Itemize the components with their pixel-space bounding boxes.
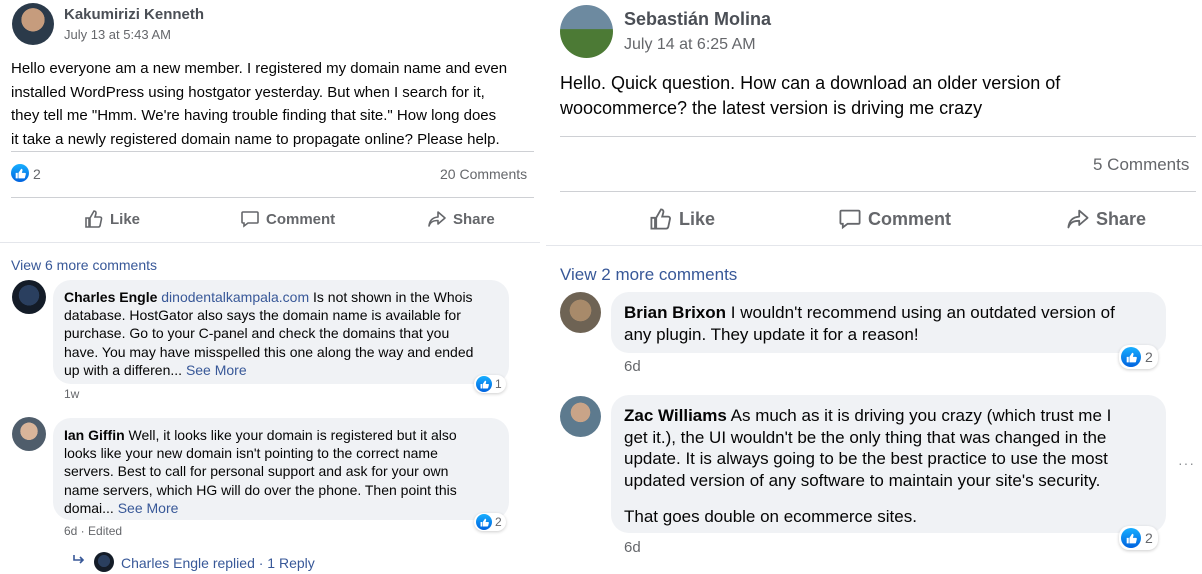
view-more-comments[interactable]: View 6 more comments xyxy=(11,257,157,273)
like-reaction-icon xyxy=(476,514,492,530)
divider xyxy=(560,191,1196,192)
author-avatar[interactable] xyxy=(12,3,54,45)
post-body-line: installed WordPress using hostgator yest… xyxy=(11,83,485,101)
see-more-link[interactable]: See More xyxy=(118,500,179,516)
share-label: Share xyxy=(1096,208,1147,229)
view-replies-link[interactable]: Charles Engle replied · 1 Reply xyxy=(121,555,315,571)
share-icon xyxy=(1067,209,1089,229)
divider xyxy=(11,197,534,198)
comment-line: have. You may have misspelled this one a… xyxy=(64,343,474,360)
comment-meta[interactable]: 6d xyxy=(624,358,641,375)
comment-icon xyxy=(241,211,259,228)
comment-label: Comment xyxy=(266,210,336,228)
divider xyxy=(546,245,1202,246)
comment-line: purchase. Go to your C-panel and check t… xyxy=(64,325,450,342)
more-options-icon[interactable]: ··· xyxy=(1178,455,1195,471)
comment-line: up with a differen... xyxy=(64,361,186,378)
like-button[interactable]: Like xyxy=(649,207,715,231)
post-author[interactable]: Kakumirizi Kenneth xyxy=(64,6,204,23)
like-reaction-icon[interactable] xyxy=(11,164,29,182)
comment-reaction-count: 1 xyxy=(495,377,502,391)
comment-link[interactable]: dinodentalkampala.com xyxy=(161,289,309,305)
like-icon xyxy=(650,208,671,230)
commenter-name[interactable]: Charles Engle xyxy=(64,289,157,305)
comment-text: Brian Brixon I wouldn't recommend using … xyxy=(624,302,1164,346)
comment-line: database. HostGator also says the domain… xyxy=(64,307,461,324)
comment-line: domai... xyxy=(64,499,118,516)
post-body: Hello. Quick question. How can a downloa… xyxy=(560,71,1190,121)
commenter-avatar[interactable] xyxy=(560,396,601,437)
like-reaction-icon xyxy=(476,376,492,392)
comment-reactions[interactable]: 1 xyxy=(474,375,506,393)
post-body-line: Hello. Quick question. How can a downloa… xyxy=(560,73,1061,93)
divider xyxy=(560,136,1196,137)
post-body-line: woocommerce? the latest version is drivi… xyxy=(560,98,983,118)
comment-line: That goes double on ecommerce sites. xyxy=(624,507,917,527)
commenter-avatar[interactable] xyxy=(12,417,46,451)
comment-line: I wouldn't recommend using an outdated v… xyxy=(726,303,1115,322)
post-body: Hello everyone am a new member. I regist… xyxy=(11,57,541,151)
comment-meta[interactable]: 6d · Edited xyxy=(64,524,122,538)
post-body-line: they tell me "Hmm. We're having trouble … xyxy=(11,107,497,124)
author-avatar[interactable] xyxy=(560,5,613,58)
post-timestamp[interactable]: July 14 at 6:25 AM xyxy=(624,36,756,54)
comment-line: get it.), the UI wouldn't be the only th… xyxy=(624,427,1107,447)
like-reaction-icon xyxy=(1121,347,1141,367)
comment-text: Zac Williams As much as it is driving yo… xyxy=(624,405,1164,528)
commenter-avatar[interactable] xyxy=(12,280,46,314)
comment-text: Ian Giffin Well, it looks like your doma… xyxy=(64,426,504,517)
post-body-line: it take a newly registered domain name t… xyxy=(11,130,500,148)
comment-icon xyxy=(839,209,861,230)
comment-meta[interactable]: 1w xyxy=(64,387,79,401)
see-more-link[interactable]: See More xyxy=(186,362,247,378)
post-right: Sebastián Molina July 14 at 6:25 AM Hell… xyxy=(546,0,1202,574)
divider xyxy=(11,151,534,152)
commenter-name[interactable]: Ian Giffin xyxy=(64,427,125,443)
like-label: Like xyxy=(679,208,716,229)
comment-line: As much as it is driving you crazy (whic… xyxy=(726,406,1112,425)
comment-line: Well, it looks like your domain is regis… xyxy=(124,427,457,443)
like-icon xyxy=(85,210,103,228)
share-icon xyxy=(428,211,446,227)
comment-line: Is not shown in the Whois xyxy=(309,289,473,305)
comment-button[interactable]: Comment xyxy=(838,207,951,231)
comment-meta[interactable]: 6d xyxy=(624,539,641,556)
comment-reaction-count: 2 xyxy=(1145,530,1153,546)
view-more-comments[interactable]: View 2 more comments xyxy=(560,265,737,285)
reply-arrow-icon xyxy=(72,553,86,571)
comment-line: looks like your new domain isn't pointin… xyxy=(64,445,438,462)
divider xyxy=(0,242,540,243)
commenter-name[interactable]: Zac Williams xyxy=(624,406,727,425)
commenter-avatar[interactable] xyxy=(560,292,601,333)
comment-reactions[interactable]: 2 xyxy=(474,513,506,531)
like-label: Like xyxy=(110,210,141,228)
comment-count[interactable]: 5 Comments xyxy=(1093,155,1189,175)
post-author[interactable]: Sebastián Molina xyxy=(624,9,771,30)
comment-line: updated version of any software to maint… xyxy=(624,470,1101,490)
share-button[interactable]: Share xyxy=(427,209,495,229)
comment-reaction-count: 2 xyxy=(495,515,502,529)
like-button[interactable]: Like xyxy=(84,209,140,229)
comment-reaction-count: 2 xyxy=(1145,349,1153,365)
reaction-count[interactable]: 2 xyxy=(33,166,41,182)
post-left: Kakumirizi Kenneth July 13 at 5:43 AM He… xyxy=(0,0,546,574)
comment-button[interactable]: Comment xyxy=(240,209,335,229)
comment-reactions[interactable]: 2 xyxy=(1119,526,1158,550)
comment-line: name servers, which HG will do over the … xyxy=(64,481,457,498)
post-timestamp[interactable]: July 13 at 5:43 AM xyxy=(64,27,171,42)
comment-label: Comment xyxy=(868,208,952,229)
comment-line: any plugin. They update it for a reason! xyxy=(624,325,919,344)
comment-line: servers. Best to call for personal suppo… xyxy=(64,463,449,480)
like-reaction-icon xyxy=(1121,528,1141,548)
reply-avatar[interactable] xyxy=(94,552,114,572)
comment-line: update. It is always going to be the bes… xyxy=(624,449,1108,469)
commenter-name[interactable]: Brian Brixon xyxy=(624,303,726,322)
share-label: Share xyxy=(453,210,495,228)
comment-text: Charles Engle dinodentalkampala.com Is n… xyxy=(64,288,504,379)
share-button[interactable]: Share xyxy=(1066,207,1146,231)
post-body-line: Hello everyone am a new member. I regist… xyxy=(11,60,508,77)
comment-count[interactable]: 20 Comments xyxy=(440,166,527,182)
comment-reactions[interactable]: 2 xyxy=(1119,345,1158,369)
